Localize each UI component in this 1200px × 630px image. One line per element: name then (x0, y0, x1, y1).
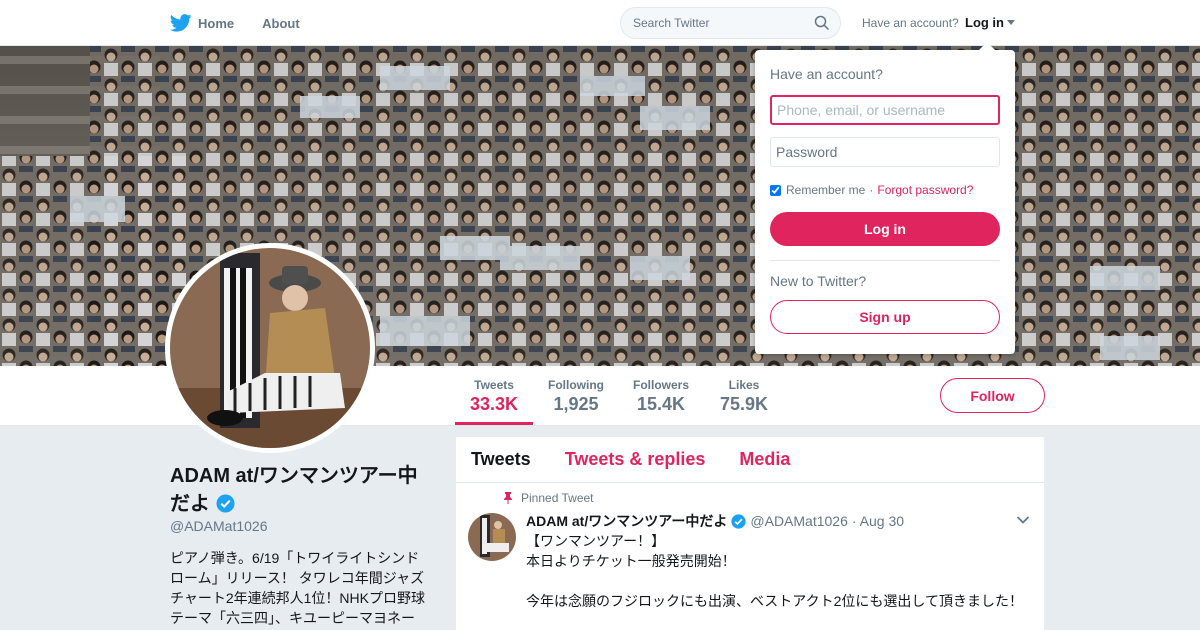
password-input[interactable] (770, 137, 1000, 167)
profile-bio: ピアノ弾き。6/19「トワイライトシンドローム」リリース！ タワレコ年間ジャズチ… (170, 550, 425, 626)
tweet-line: 今年は念願のフジロックにも出演、ベストアクト2位にも選出して頂きました！ (526, 593, 1023, 609)
pin-icon (504, 492, 512, 504)
search-input[interactable]: Search Twitter (620, 7, 841, 39)
stat-label: Following (548, 378, 604, 392)
login-link-label: Log in (965, 15, 1004, 30)
tweet-line (526, 571, 1036, 591)
nav-left: Home About (170, 0, 328, 46)
profile-handle[interactable]: @ADAMat1026 (170, 518, 267, 534)
stat-label: Likes (728, 378, 760, 392)
tweet-author-handle[interactable]: @ADAMat1026 (750, 513, 847, 529)
tweet-author-name[interactable]: ADAM at/ワンマンツアー中だよ (526, 511, 727, 531)
remember-me-row: Remember me · Forgot password? (770, 183, 973, 197)
verified-icon (731, 513, 747, 529)
top-navigation-bar: Home About Search Twitter Have an accoun… (0, 0, 1200, 46)
tweet-text: 【ワンマンツアー！】 本日よりチケット一般発売開始！ 今年は念願のフジロックにも… (526, 531, 1036, 611)
stat-value: 15.4K (636, 394, 686, 414)
remember-me-label[interactable]: Remember me (786, 183, 865, 197)
profile-name: ADAM at/ワンマンツアー中だよ (170, 462, 430, 518)
stat-following[interactable]: Following 1,925 (548, 378, 604, 415)
verified-icon (216, 494, 235, 513)
stat-value: 75.9K (720, 394, 769, 414)
search-icon[interactable] (814, 15, 830, 31)
profile-name-text: ADAM at/ワンマンツアー中だよ (170, 465, 418, 515)
nav-home-link[interactable]: Home (198, 16, 234, 31)
stat-tweets[interactable]: Tweets 33.3K (454, 378, 534, 425)
tab-tweets-and-replies[interactable]: Tweets & replies (565, 449, 706, 470)
chevron-down-icon[interactable] (1016, 515, 1030, 525)
username-input[interactable] (770, 95, 1000, 125)
nav-about-link[interactable]: About (262, 16, 300, 31)
twitter-bird-icon[interactable] (170, 14, 192, 32)
stat-value: 1,925 (553, 394, 599, 414)
tab-media[interactable]: Media (739, 449, 790, 470)
divider (770, 260, 1000, 261)
timeline-tabs: Tweets Tweets & replies Media (456, 437, 1044, 483)
stat-value: 33.3K (470, 394, 519, 414)
new-to-twitter-text: New to Twitter? (770, 273, 867, 289)
tweet-line: 本日よりチケット一般発売開始！ (526, 553, 736, 569)
login-button[interactable]: Log in (770, 212, 1000, 246)
forgot-password-link[interactable]: Forgot password? (877, 183, 973, 197)
signup-button[interactable]: Sign up (770, 300, 1000, 334)
pinned-label-text: Pinned Tweet (521, 491, 594, 505)
timeline: Tweets Tweets & replies Media Pinned Twe… (456, 437, 1044, 630)
login-dropdown-question: Have an account? (770, 66, 883, 82)
follow-button[interactable]: Follow (940, 378, 1045, 413)
avatar-image (170, 248, 370, 448)
stat-label: Tweets (474, 378, 514, 392)
stat-followers[interactable]: Followers 15.4K (633, 378, 689, 415)
login-dropdown: Have an account? Remember me · Forgot pa… (755, 42, 1015, 354)
tab-tweets[interactable]: Tweets (471, 449, 531, 470)
stat-label: Followers (633, 378, 690, 392)
profile-avatar[interactable] (165, 243, 375, 453)
stat-likes[interactable]: Likes 75.9K (720, 378, 768, 415)
separator-dot: · (869, 183, 874, 197)
tweet-header: ADAM at/ワンマンツアー中だよ @ADAMat1026 · Aug 30 (526, 511, 904, 531)
caret-down-icon (1007, 20, 1015, 25)
search-placeholder: Search Twitter (633, 16, 710, 30)
remember-me-checkbox[interactable] (770, 184, 781, 196)
pinned-tweet-label: Pinned Tweet (504, 491, 594, 505)
have-account-text: Have an account? (862, 16, 959, 30)
login-dropdown-toggle[interactable]: Log in (965, 15, 1015, 30)
tweet-avatar[interactable] (468, 513, 516, 561)
tweet-timestamp[interactable]: · Aug 30 (852, 513, 904, 529)
tweet-line: 【ワンマンツアー！】 (526, 533, 666, 549)
